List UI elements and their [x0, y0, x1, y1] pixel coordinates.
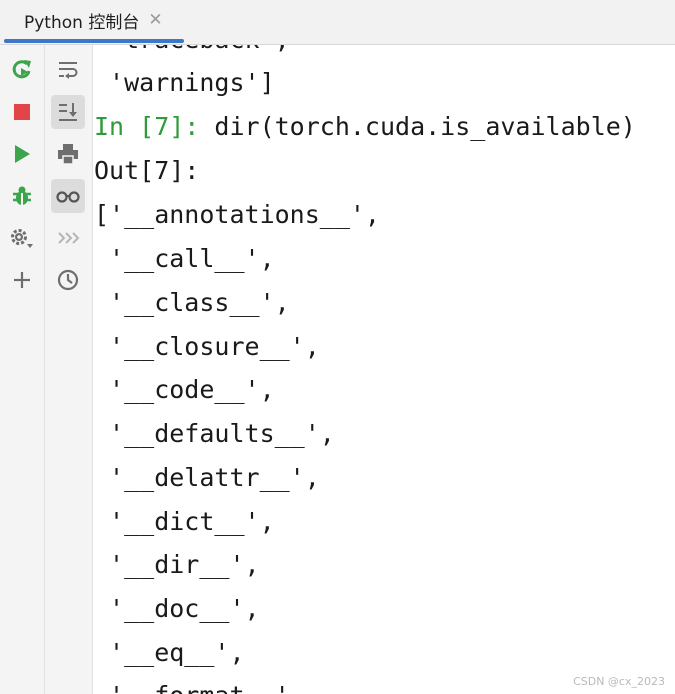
tab-python-console[interactable]: Python 控制台 ✕ [6, 0, 184, 40]
output-prompt: Out[7]: [94, 156, 200, 185]
run-icon[interactable] [5, 137, 39, 171]
output-line: '__code__', [94, 375, 275, 404]
output-line: '__closure__', [94, 332, 320, 361]
tab-label: Python 控制台 [24, 12, 140, 33]
output-line: '__delattr__', [94, 463, 320, 492]
input-line: In [7]: dir(torch.cuda.is_available) [94, 112, 636, 142]
console-toolbar-secondary [45, 45, 93, 694]
output-line: '__doc__', [94, 594, 260, 623]
input-code: dir(torch.cuda.is_available) [199, 112, 636, 141]
close-icon[interactable]: ✕ [148, 11, 162, 29]
rerun-icon[interactable] [5, 53, 39, 87]
scroll-to-end-icon[interactable] [51, 95, 85, 129]
output-line: '__eq__', [94, 638, 245, 667]
output-line: ['__annotations__', [94, 200, 380, 229]
execute-icon[interactable] [51, 221, 85, 255]
output-line: '__class__', [94, 288, 290, 317]
output-line: '__dict__', [94, 507, 275, 536]
output-line: '__defaults__', [94, 419, 335, 448]
stop-icon[interactable] [5, 95, 39, 129]
console-line: 'traceback', [94, 45, 290, 55]
input-prompt: In [7]: [94, 112, 200, 141]
console-toolbar-primary [0, 45, 45, 694]
active-tab-indicator [4, 39, 184, 43]
debug-icon[interactable] [5, 179, 39, 213]
history-icon[interactable] [51, 263, 85, 297]
output-line: '__dir__', [94, 550, 260, 579]
console-output[interactable]: 'traceback', 'warnings'] In [7]: dir(tor… [93, 45, 675, 694]
show-variables-icon[interactable] [51, 179, 85, 213]
console-line: 'warnings'] [94, 68, 275, 97]
settings-icon[interactable] [5, 221, 39, 255]
watermark: CSDN @cx_2023 [573, 675, 665, 688]
soft-wrap-icon[interactable] [51, 53, 85, 87]
output-line: '__call__', [94, 244, 275, 273]
output-line: '__format__', [94, 681, 305, 694]
print-icon[interactable] [51, 137, 85, 171]
add-icon[interactable] [5, 263, 39, 297]
tab-bar: Python 控制台 ✕ [0, 0, 675, 45]
